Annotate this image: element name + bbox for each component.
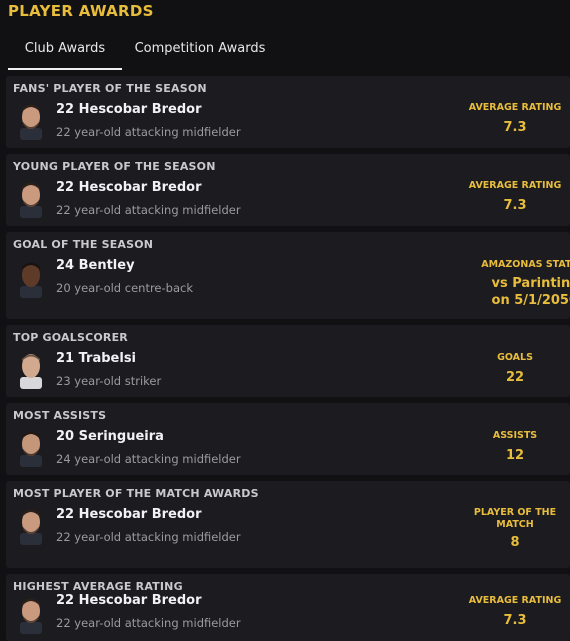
award-title: GOAL OF THE SEASON [13, 238, 154, 251]
award-card-highest-rating[interactable]: HIGHEST AVERAGE RATING 22 Hescobar Bredo… [6, 574, 570, 641]
player-avatar-icon [20, 509, 42, 545]
stat-value: 7.3 [503, 120, 527, 135]
stat-label: AVERAGE RATING [468, 180, 562, 191]
award-card-player-of-match[interactable]: MOST PLAYER OF THE MATCH AWARDS 22 Hesco… [6, 481, 570, 568]
stat-value: 8 [510, 535, 520, 550]
award-stat: PLAYER OF THE MATCH 8 [460, 507, 570, 550]
award-title: FANS' PLAYER OF THE SEASON [13, 82, 207, 95]
award-card-most-assists[interactable]: MOST ASSISTS 20 Seringueira 24 year-old … [6, 403, 570, 475]
player-avatar-icon [20, 431, 42, 467]
player-name[interactable]: 22 Hescobar Bredor [56, 180, 202, 195]
award-stat: ASSISTS 12 [460, 430, 570, 463]
stat-label: GOALS [497, 352, 533, 363]
player-avatar-icon [20, 182, 42, 218]
player-avatar-icon [20, 354, 42, 389]
player-name[interactable]: 20 Seringueira [56, 429, 164, 444]
award-title: YOUNG PLAYER OF THE SEASON [13, 160, 216, 173]
player-name[interactable]: 24 Bentley [56, 258, 135, 273]
award-card-goal-of-season[interactable]: GOAL OF THE SEASON 24 Bentley 20 year-ol… [6, 232, 570, 319]
stat-label: AVERAGE RATING [468, 102, 562, 113]
award-title: MOST ASSISTS [13, 409, 107, 422]
player-avatar-icon [20, 598, 42, 634]
page-title: PLAYER AWARDS [8, 2, 154, 20]
player-description: 20 year-old centre-back [56, 281, 193, 295]
stat-value: 7.3 [503, 613, 527, 628]
award-stat: AVERAGE RATING 7.3 [460, 102, 570, 135]
award-stat: AMAZONAS STATE vs Parintins on 5/1/2050 [478, 259, 570, 309]
player-name[interactable]: 21 Trabelsi [56, 351, 136, 366]
award-stat: AVERAGE RATING 7.3 [460, 180, 570, 213]
stat-label: AMAZONAS STATE [481, 259, 570, 270]
player-description: 23 year-old striker [56, 374, 162, 388]
award-stat: AVERAGE RATING 7.3 [460, 595, 570, 628]
award-tabs: Club Awards Competition Awards [0, 36, 570, 70]
player-name[interactable]: 22 Hescobar Bredor [56, 102, 202, 117]
award-title: HIGHEST AVERAGE RATING [13, 580, 183, 593]
player-name[interactable]: 22 Hescobar Bredor [56, 507, 202, 522]
stat-label: ASSISTS [492, 430, 538, 441]
stat-value: 22 [505, 370, 525, 385]
player-description: 24 year-old attacking midfielder [56, 452, 241, 466]
award-title: MOST PLAYER OF THE MATCH AWARDS [13, 487, 259, 500]
stat-value-opponent: vs Parintins [491, 276, 570, 291]
award-card-young-player[interactable]: YOUNG PLAYER OF THE SEASON 22 Hescobar B… [6, 154, 570, 226]
player-description: 22 year-old attacking midfielder [56, 530, 241, 544]
award-title: TOP GOALSCORER [13, 331, 128, 344]
tab-club-awards[interactable]: Club Awards [8, 36, 122, 70]
player-name[interactable]: 22 Hescobar Bredor [56, 593, 202, 608]
player-avatar-icon [20, 262, 42, 298]
player-description: 22 year-old attacking midfielder [56, 203, 241, 217]
stat-label: AVERAGE RATING [468, 595, 562, 606]
award-card-top-goalscorer[interactable]: TOP GOALSCORER 21 Trabelsi 23 year-old s… [6, 325, 570, 397]
stat-label-cont: MATCH [496, 519, 534, 530]
player-description: 22 year-old attacking midfielder [56, 616, 241, 630]
award-stat: GOALS 22 [460, 352, 570, 385]
award-card-fans-player[interactable]: FANS' PLAYER OF THE SEASON 22 Hescobar B… [6, 76, 570, 148]
stat-label: PLAYER OF THE [473, 507, 557, 518]
stat-value: 12 [505, 448, 525, 463]
player-avatar-icon [20, 104, 42, 140]
stat-value: 7.3 [503, 198, 527, 213]
player-description: 22 year-old attacking midfielder [56, 125, 241, 139]
stat-value-date: on 5/1/2050 [491, 293, 570, 308]
tab-competition-awards[interactable]: Competition Awards [132, 36, 268, 68]
